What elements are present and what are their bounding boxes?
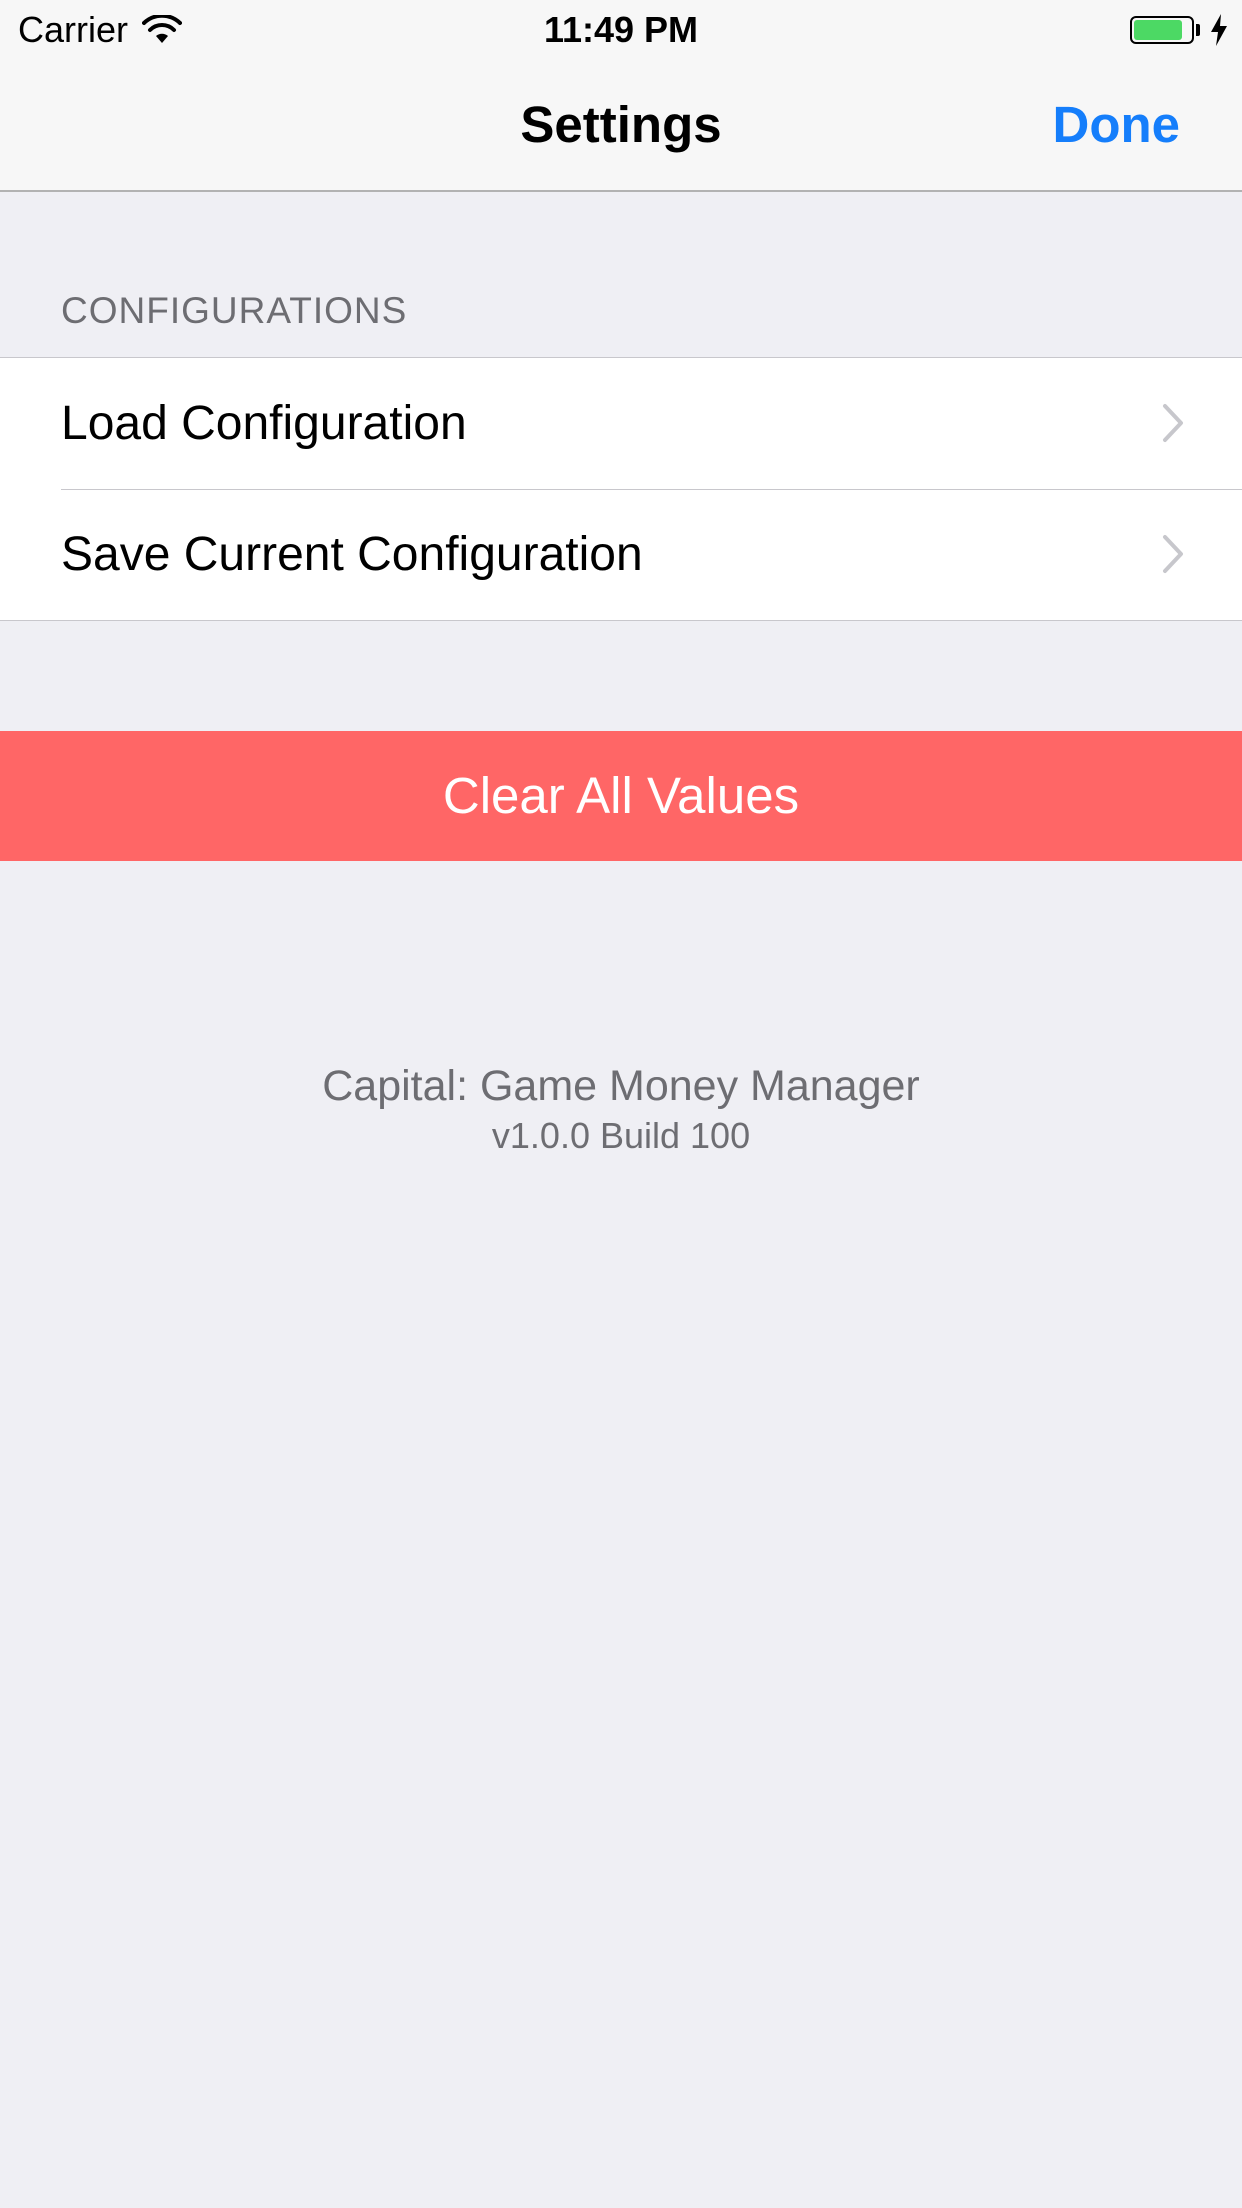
battery-icon (1130, 16, 1194, 44)
status-right (1130, 12, 1228, 48)
load-configuration-cell[interactable]: Load Configuration (0, 358, 1242, 489)
bolt-icon (1211, 14, 1227, 46)
app-version-label: v1.0.0 Build 100 (491, 1115, 751, 1156)
configurations-table: Load Configuration Save Current Configur… (0, 357, 1242, 621)
clear-all-values-button[interactable]: Clear All Values (0, 731, 1242, 861)
done-button[interactable]: Done (1053, 60, 1181, 190)
app-name-label: Capital: Game Money Manager (322, 1062, 920, 1110)
status-bar: Carrier 11:49 PM (0, 0, 1242, 60)
section-header-configurations: CONFIGURATIONS (61, 290, 408, 331)
save-current-configuration-cell[interactable]: Save Current Configuration (0, 489, 1242, 620)
load-configuration-label: Load Configuration (61, 397, 467, 450)
save-current-configuration-label: Save Current Configuration (61, 528, 643, 581)
chevron-right-icon (1163, 535, 1183, 573)
navigation-bar: Settings Done (0, 60, 1242, 192)
battery-tip (1196, 24, 1200, 36)
status-time: 11:49 PM (543, 9, 699, 50)
chevron-right-icon (1163, 404, 1183, 442)
battery-fill (1134, 20, 1182, 40)
